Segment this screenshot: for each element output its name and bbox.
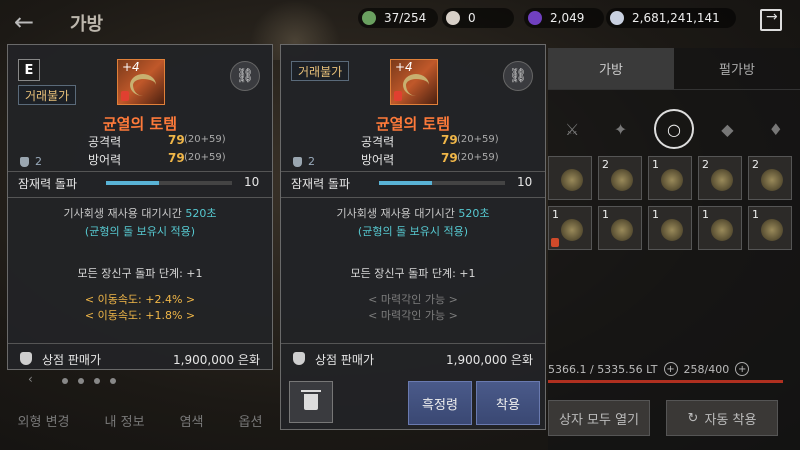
tab-options[interactable]: 옵션 <box>239 411 263 430</box>
item-name: 균열의 토템 <box>102 115 178 133</box>
trade-status-badge: 거래불가 <box>18 85 77 105</box>
stat-value: 79 <box>441 151 458 165</box>
grade-badge: E <box>18 59 40 81</box>
currency-value: 37/254 <box>384 11 427 25</box>
currency-pearl: 0 <box>442 8 514 28</box>
weight-bar <box>548 380 783 383</box>
weight-icon <box>20 156 29 167</box>
trash-icon <box>301 390 321 410</box>
inventory-panel: 가방 펄가방 ⚔ ✦ ○ ◆ ♦ 2 1 2 2 1 1 1 1 1 5366.… <box>548 48 800 450</box>
consumable-category-icon[interactable]: ♦ <box>761 114 791 144</box>
currency-silver: 2,681,241,141 <box>606 8 736 28</box>
weight-label: 5366.1 / 5335.56 LT <box>548 362 658 376</box>
lock-icon <box>394 91 402 101</box>
engrave-line: < 이동속도: +1.8% > <box>84 309 196 322</box>
sale-price-row: 상점 판매가 1,900,000 은화 <box>8 351 272 369</box>
page-title: 가방 <box>70 14 104 35</box>
silver-coin-icon <box>610 11 624 25</box>
stat-detail: (20+59) <box>184 134 226 145</box>
inventory-slot[interactable] <box>548 156 592 200</box>
stat-value: 79 <box>168 151 185 165</box>
auto-equip-button[interactable]: ↻ 자동 착용 <box>666 400 778 436</box>
material-category-icon[interactable]: ◆ <box>712 114 742 144</box>
inventory-slot[interactable]: 2 <box>698 156 742 200</box>
accessory-category-icon[interactable]: ○ <box>653 109 694 149</box>
trash-button[interactable] <box>289 381 333 423</box>
potential-row: 잠재력 돌파 10 <box>18 175 260 191</box>
black-spirit-button[interactable]: 흑정령 <box>408 381 472 425</box>
stone-note: (균형의 돌 보유시 적용) <box>357 225 469 238</box>
money-bag-icon <box>20 352 32 365</box>
armor-category-icon[interactable]: ✦ <box>606 114 636 144</box>
bag-count: 2 <box>308 155 315 168</box>
tab-dye[interactable]: 염색 <box>180 411 204 430</box>
cooldown-text: 기사회생 재사용 대기시간 520초 <box>63 207 217 220</box>
item-tooltip-equipped: E 거래불가 +4 ⛓ 균열의 토템 공격력 79 (20+59) 방어력 79… <box>7 44 273 370</box>
stat-label: 공격력 <box>88 135 122 149</box>
inventory-slot[interactable]: 1 <box>648 156 692 200</box>
totem-item-icon: +4 <box>117 59 165 105</box>
lock-icon <box>121 91 129 101</box>
sale-price-row: 상점 판매가 1,900,000 은화 <box>281 351 545 369</box>
tab-bag[interactable]: 가방 <box>548 48 674 90</box>
open-all-boxes-button[interactable]: 상자 모두 열기 <box>548 400 650 436</box>
item-tooltip-selected: 거래불가 +4 ⛓ 균열의 토템 공격력 79 (20+59) 방어력 79 (… <box>280 44 546 430</box>
currency-value: 2,681,241,141 <box>632 11 720 25</box>
stat-label: 방어력 <box>361 153 395 167</box>
green-orb-icon <box>362 11 376 25</box>
inventory-slot[interactable]: 1 <box>748 206 792 250</box>
stat-detail: (20+59) <box>457 134 499 145</box>
stat-label: 방어력 <box>88 153 122 167</box>
link-icon[interactable]: ⛓ <box>230 61 260 91</box>
weapon-category-icon[interactable]: ⚔ <box>557 114 587 144</box>
refresh-icon: ↻ <box>687 410 699 426</box>
trade-status-badge: 거래불가 <box>291 61 350 81</box>
plus-icon[interactable]: + <box>735 362 750 376</box>
inventory-slot[interactable]: 1 <box>598 206 642 250</box>
stat-value: 79 <box>441 133 458 147</box>
currency-slots: 37/254 <box>358 8 438 28</box>
money-bag-icon <box>293 352 305 365</box>
potential-row: 잠재력 돌파 10 <box>291 175 533 191</box>
page-dots <box>62 378 116 384</box>
pearl-icon <box>446 11 460 25</box>
weight-icon <box>293 156 302 167</box>
currency-value: 0 <box>468 11 476 25</box>
inventory-slot[interactable]: 1 <box>698 206 742 250</box>
stat-detail: (20+59) <box>457 152 499 163</box>
potential-bar <box>379 181 505 185</box>
link-icon[interactable]: ⛓ <box>503 61 533 91</box>
currency-gem: 2,049 <box>524 8 604 28</box>
breakthrough-text: 모든 장신구 돌파 단계: +1 <box>77 267 203 280</box>
cooldown-text: 기사회생 재사용 대기시간 520초 <box>336 207 490 220</box>
inventory-slot[interactable]: 2 <box>748 156 792 200</box>
currency-value: 2,049 <box>550 11 585 25</box>
stat-value: 79 <box>168 133 185 147</box>
potential-bar <box>106 181 232 185</box>
engrave-line: < 이동속도: +2.4% > <box>84 293 196 306</box>
pager-arrow-icon[interactable]: ‹ <box>28 372 33 386</box>
stat-label: 공격력 <box>361 135 395 149</box>
plus-icon[interactable]: + <box>663 362 678 376</box>
inventory-slot[interactable]: 1 <box>548 206 592 250</box>
engrave-line: < 마력각인 가능 > <box>368 293 458 306</box>
breakthrough-text: 모든 장신구 돌파 단계: +1 <box>350 267 476 280</box>
tab-appearance[interactable]: 외형 변경 <box>18 411 70 430</box>
stat-detail: (20+59) <box>184 152 226 163</box>
purple-gem-icon <box>528 11 542 25</box>
slot-count: 258/400 <box>683 362 730 376</box>
equip-button[interactable]: 착용 <box>476 381 540 425</box>
tab-pearl-bag[interactable]: 펄가방 <box>674 48 800 90</box>
engrave-line: < 마력각인 가능 > <box>368 309 458 322</box>
inventory-slot[interactable]: 2 <box>598 156 642 200</box>
tab-my-info[interactable]: 내 정보 <box>105 411 145 430</box>
item-name: 균열의 토템 <box>375 115 451 133</box>
inventory-slot[interactable]: 1 <box>648 206 692 250</box>
totem-item-icon: +4 <box>390 59 438 105</box>
bag-count: 2 <box>35 155 42 168</box>
back-arrow-icon[interactable]: ← <box>14 8 34 36</box>
stone-note: (균형의 돌 보유시 적용) <box>84 225 196 238</box>
exit-icon[interactable] <box>760 9 782 31</box>
